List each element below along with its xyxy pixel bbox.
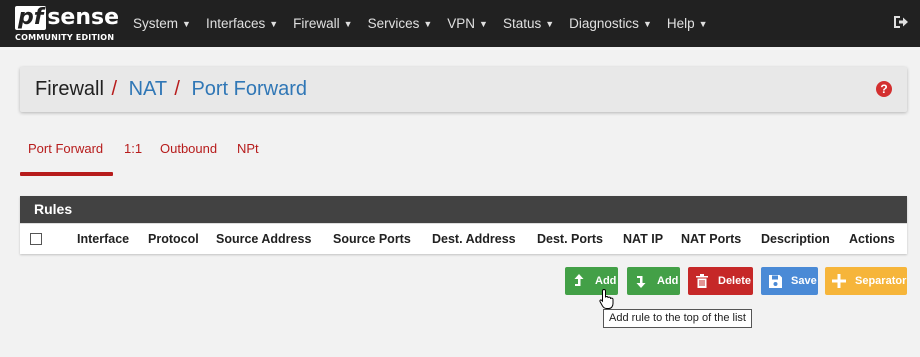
breadcrumb-separator: / xyxy=(174,78,180,100)
logo-pf-text: pf xyxy=(15,6,47,30)
arrow-up-icon xyxy=(569,271,589,291)
menu-firewall[interactable]: Firewall ▼ xyxy=(293,16,352,31)
breadcrumb-panel: Firewall / NAT / Port Forward ? xyxy=(20,67,907,112)
caret-down-icon: ▼ xyxy=(545,19,555,29)
select-all-checkbox[interactable] xyxy=(30,233,42,245)
col-nat-ports[interactable]: NAT Ports xyxy=(681,232,741,246)
add-separator-button[interactable]: Separator xyxy=(825,267,907,295)
col-actions: Actions xyxy=(849,232,895,246)
sign-out-icon[interactable] xyxy=(892,13,910,31)
col-interface[interactable]: Interface xyxy=(77,232,129,246)
menu-diagnostics[interactable]: Diagnostics ▼ xyxy=(569,16,652,31)
arrow-down-icon xyxy=(631,271,651,291)
col-protocol[interactable]: Protocol xyxy=(148,232,199,246)
caret-down-icon: ▼ xyxy=(698,19,708,29)
pfsense-logo[interactable]: pf sense COMMUNITY EDITION xyxy=(15,4,120,44)
caret-down-icon: ▼ xyxy=(642,19,652,29)
add-rule-tooltip: Add rule to the top of the list xyxy=(603,309,752,328)
col-source-address[interactable]: Source Address xyxy=(216,232,311,246)
delete-label: Delete xyxy=(718,275,752,287)
add-rule-bottom-button[interactable]: Add xyxy=(627,267,680,295)
help-icon[interactable]: ? xyxy=(876,81,892,97)
menu-label: Interfaces xyxy=(205,16,266,31)
delete-button[interactable]: Delete xyxy=(688,267,753,295)
breadcrumb-separator: / xyxy=(111,78,118,100)
breadcrumb-nat-link[interactable]: NAT xyxy=(129,78,167,100)
caret-down-icon: ▼ xyxy=(343,19,353,29)
caret-down-icon: ▼ xyxy=(269,19,279,29)
menu-label: Diagnostics xyxy=(569,16,639,31)
logo-edition-text: COMMUNITY EDITION xyxy=(15,33,115,42)
col-dest-ports[interactable]: Dest. Ports xyxy=(537,232,603,246)
tab-npt[interactable]: NPt xyxy=(237,141,259,156)
top-navbar: pf sense COMMUNITY EDITION System ▼ Inter… xyxy=(0,0,920,47)
menu-label: VPN xyxy=(447,16,476,31)
plus-icon xyxy=(829,271,849,291)
breadcrumb: Firewall / NAT / Port Forward xyxy=(35,78,307,101)
rules-table-header: Interface Protocol Source Address Source… xyxy=(20,223,907,254)
caret-down-icon: ▼ xyxy=(182,19,191,29)
save-button[interactable]: Save xyxy=(761,267,818,295)
menu-status[interactable]: Status ▼ xyxy=(503,16,554,31)
menu-label: Services xyxy=(367,16,420,31)
col-description[interactable]: Description xyxy=(761,232,830,246)
menu-services[interactable]: Services ▼ xyxy=(368,16,433,31)
trash-icon xyxy=(692,271,712,291)
add-bottom-label: Add xyxy=(657,275,679,287)
breadcrumb-port-forward-link[interactable]: Port Forward xyxy=(191,78,307,100)
add-top-label: Add xyxy=(595,275,617,287)
save-icon xyxy=(765,271,785,291)
separator-label: Separator xyxy=(855,275,907,287)
menu-help[interactable]: Help ▼ xyxy=(667,16,708,31)
rules-panel: Rules Interface Protocol Source Address … xyxy=(20,196,907,254)
hand-pointer-icon xyxy=(599,288,614,309)
col-source-ports[interactable]: Source Ports xyxy=(333,232,411,246)
tab-outbound[interactable]: Outbound xyxy=(160,141,217,156)
rules-panel-title: Rules xyxy=(20,196,907,223)
breadcrumb-root: Firewall xyxy=(35,78,104,100)
menu-label: Firewall xyxy=(293,16,340,31)
col-dest-address[interactable]: Dest. Address xyxy=(432,232,516,246)
logo-sense-text: sense xyxy=(47,5,120,30)
caret-down-icon: ▼ xyxy=(479,19,488,29)
active-tab-indicator xyxy=(20,172,113,176)
save-label: Save xyxy=(791,275,817,287)
menu-label: Status xyxy=(502,16,542,31)
tab-one-to-one[interactable]: 1:1 xyxy=(124,141,142,156)
tab-port-forward[interactable]: Port Forward xyxy=(28,141,103,156)
menu-system[interactable]: System ▼ xyxy=(133,16,191,31)
caret-down-icon: ▼ xyxy=(423,19,433,29)
menu-label: System xyxy=(133,16,179,31)
menu-interfaces[interactable]: Interfaces ▼ xyxy=(206,16,278,31)
col-nat-ip[interactable]: NAT IP xyxy=(623,232,663,246)
menu-vpn[interactable]: VPN ▼ xyxy=(447,16,488,31)
menu-label: Help xyxy=(666,16,695,31)
main-menu: System ▼ Interfaces ▼ Firewall ▼ Services ▼ … xyxy=(133,0,723,47)
